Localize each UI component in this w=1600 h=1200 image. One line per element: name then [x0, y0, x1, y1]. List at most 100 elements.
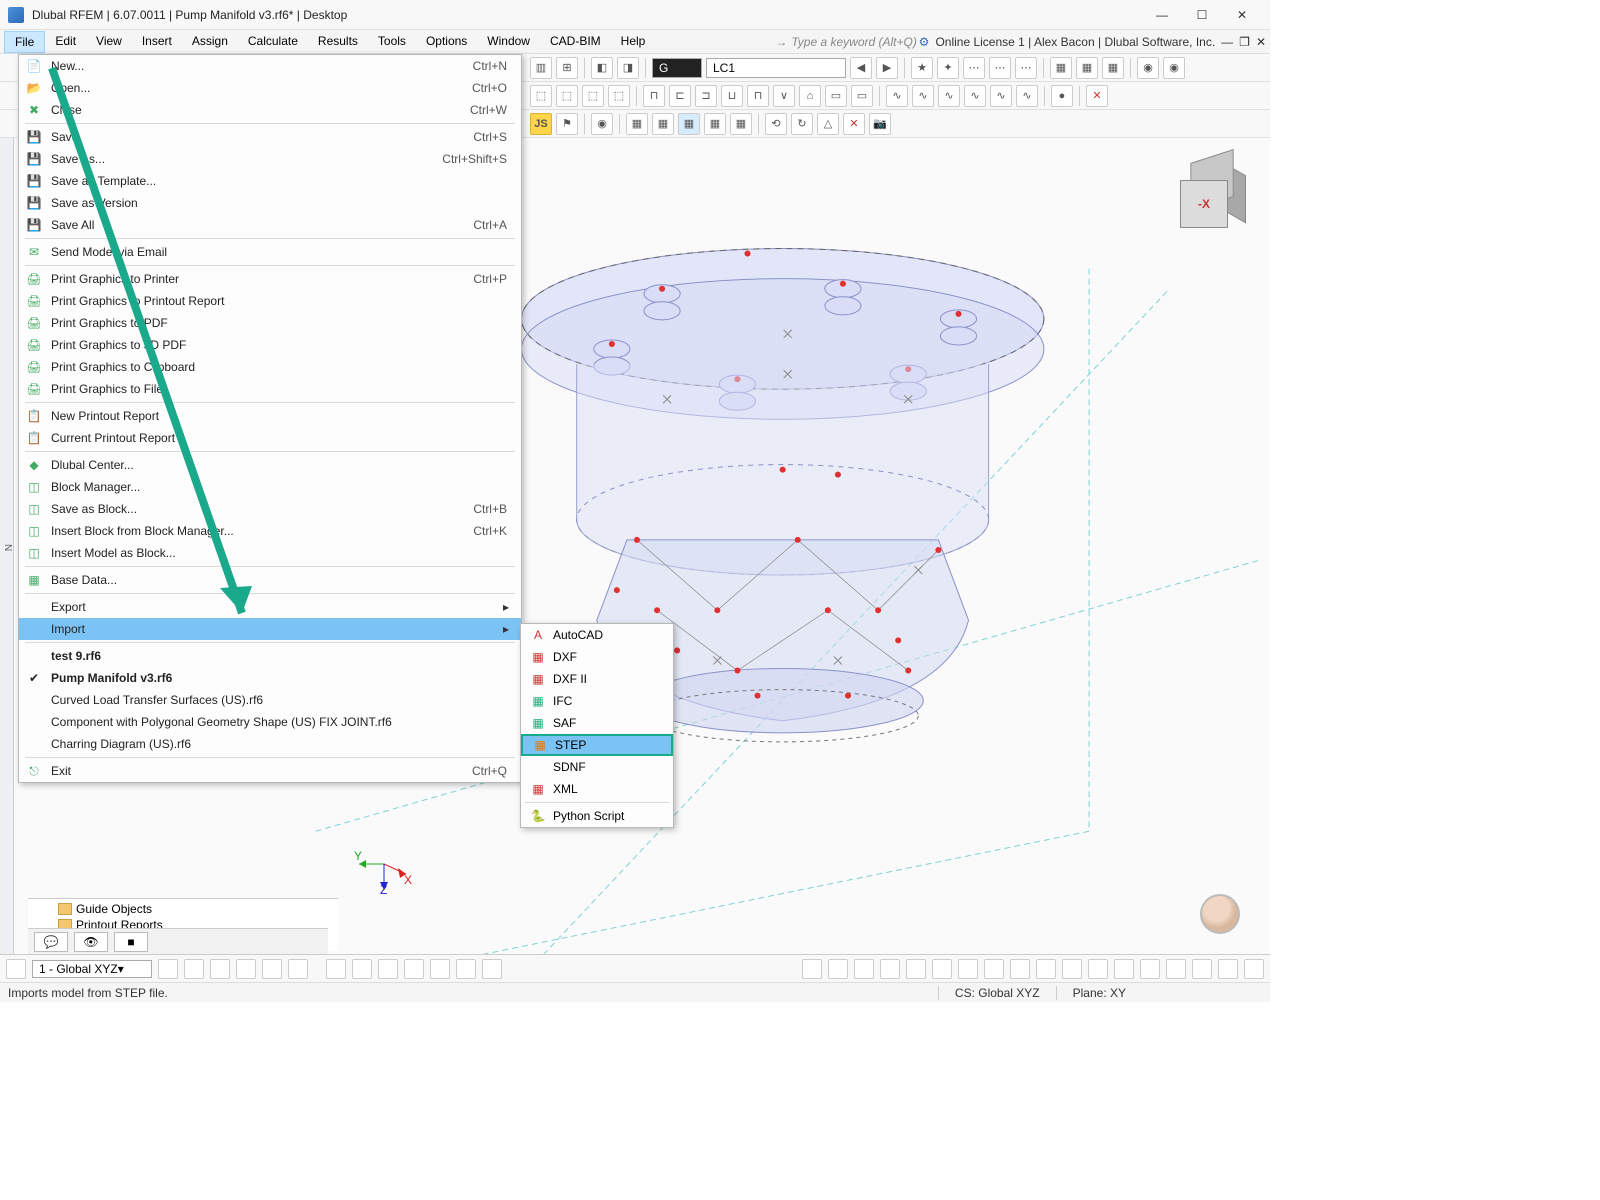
- tool-icon[interactable]: ▭: [851, 85, 873, 107]
- import-item-dxf[interactable]: ▦DXF: [521, 646, 673, 668]
- status-icon[interactable]: [1244, 959, 1264, 979]
- nav-cube[interactable]: -X: [1180, 156, 1250, 226]
- tool-icon[interactable]: ●: [1051, 85, 1073, 107]
- menu-calculate[interactable]: Calculate: [238, 31, 308, 53]
- tool-icon[interactable]: ∿: [964, 85, 986, 107]
- delete-icon[interactable]: ✕: [843, 113, 865, 135]
- file-menu-item[interactable]: Charring Diagram (US).rf6: [19, 733, 521, 755]
- tool-icon[interactable]: ⊓: [643, 85, 665, 107]
- js-icon[interactable]: JS: [530, 113, 552, 135]
- keyword-search[interactable]: → Type a keyword (Alt+Q): [775, 35, 916, 49]
- view-tab-eye[interactable]: 👁: [74, 932, 108, 952]
- file-menu-item[interactable]: 💾SaveCtrl+S: [19, 126, 521, 148]
- tool-icon[interactable]: ∿: [1016, 85, 1038, 107]
- menu-insert[interactable]: Insert: [132, 31, 182, 53]
- tool-icon[interactable]: ◉: [1163, 57, 1185, 79]
- next-button[interactable]: ▶: [876, 57, 898, 79]
- maximize-button[interactable]: ☐: [1182, 1, 1222, 29]
- tool-icon[interactable]: ▦: [704, 113, 726, 135]
- mdi-close[interactable]: ✕: [1256, 35, 1266, 49]
- mdi-restore[interactable]: ❐: [1239, 35, 1250, 49]
- tool-icon[interactable]: ▦: [652, 113, 674, 135]
- status-icon[interactable]: [984, 959, 1004, 979]
- view-tab-video[interactable]: ■: [114, 932, 148, 952]
- status-icon[interactable]: [352, 959, 372, 979]
- tool-icon[interactable]: ⚑: [556, 113, 578, 135]
- tool-icon[interactable]: ⊐: [695, 85, 717, 107]
- status-icon[interactable]: [326, 959, 346, 979]
- tool-icon[interactable]: ∿: [938, 85, 960, 107]
- tool-icon[interactable]: ◨: [617, 57, 639, 79]
- status-icon[interactable]: [1088, 959, 1108, 979]
- import-item-python-script[interactable]: 🐍Python Script: [521, 805, 673, 827]
- menu-options[interactable]: Options: [416, 31, 477, 53]
- file-menu-item[interactable]: ✖CloseCtrl+W: [19, 99, 521, 121]
- tool-icon[interactable]: ⬚: [608, 85, 630, 107]
- status-icon[interactable]: [1062, 959, 1082, 979]
- tool-icon[interactable]: ⌂: [799, 85, 821, 107]
- close-button[interactable]: ✕: [1222, 1, 1262, 29]
- file-menu-item[interactable]: ✔Pump Manifold v3.rf6: [19, 667, 521, 689]
- status-icon[interactable]: [802, 959, 822, 979]
- file-menu-item[interactable]: 💾Save AllCtrl+A: [19, 214, 521, 236]
- menu-help[interactable]: Help: [611, 31, 656, 53]
- cs-combo[interactable]: 1 - Global XYZ ▾: [32, 960, 152, 978]
- status-icon[interactable]: [1114, 959, 1134, 979]
- import-item-sdnf[interactable]: SDNF: [521, 756, 673, 778]
- file-menu-item[interactable]: Import▸: [19, 618, 521, 640]
- status-icon[interactable]: [854, 959, 874, 979]
- menu-view[interactable]: View: [86, 31, 132, 53]
- tool-icon[interactable]: ↻: [791, 113, 813, 135]
- status-icon[interactable]: [378, 959, 398, 979]
- file-menu-item[interactable]: 🖨Print Graphics to Clipboard: [19, 356, 521, 378]
- tool-icon[interactable]: ⬚: [582, 85, 604, 107]
- tool-icon[interactable]: ∨: [773, 85, 795, 107]
- tool-icon[interactable]: ⊓: [747, 85, 769, 107]
- file-menu-item[interactable]: 💾Save As...Ctrl+Shift+S: [19, 148, 521, 170]
- status-icon[interactable]: [6, 959, 26, 979]
- file-menu-item[interactable]: ◫Save as Block...Ctrl+B: [19, 498, 521, 520]
- menu-cad-bim[interactable]: CAD-BIM: [540, 31, 611, 53]
- status-icon[interactable]: [1140, 959, 1160, 979]
- status-icon[interactable]: [880, 959, 900, 979]
- file-menu-item[interactable]: Export▸: [19, 596, 521, 618]
- status-icon[interactable]: [236, 959, 256, 979]
- menu-results[interactable]: Results: [308, 31, 368, 53]
- file-menu-item[interactable]: 🖨Print Graphics to Printout Report: [19, 290, 521, 312]
- tool-icon[interactable]: ⬚: [556, 85, 578, 107]
- file-menu-item[interactable]: ◫Insert Model as Block...: [19, 542, 521, 564]
- navigator-tab[interactable]: N: [0, 138, 14, 954]
- tool-icon[interactable]: ◉: [591, 113, 613, 135]
- status-icon[interactable]: [1218, 959, 1238, 979]
- tool-icon[interactable]: ▦: [678, 113, 700, 135]
- status-icon[interactable]: [262, 959, 282, 979]
- tree-item[interactable]: Guide Objects: [76, 902, 152, 916]
- prev-button[interactable]: ◀: [850, 57, 872, 79]
- status-icon[interactable]: [1010, 959, 1030, 979]
- status-icon[interactable]: [430, 959, 450, 979]
- status-icon[interactable]: [1166, 959, 1186, 979]
- tool-icon[interactable]: ◉: [1137, 57, 1159, 79]
- tool-icon[interactable]: ⊞: [556, 57, 578, 79]
- status-icon[interactable]: [906, 959, 926, 979]
- tool-icon[interactable]: ◧: [591, 57, 613, 79]
- tool-icon[interactable]: ⊏: [669, 85, 691, 107]
- status-icon[interactable]: [184, 959, 204, 979]
- tool-icon[interactable]: ▦: [1076, 57, 1098, 79]
- view-tab-chat[interactable]: 💬: [34, 932, 68, 952]
- file-menu-item[interactable]: 🖨Print Graphics to PDF: [19, 312, 521, 334]
- file-menu-item[interactable]: 📋Current Printout Report: [19, 427, 521, 449]
- import-item-ifc[interactable]: ▦IFC: [521, 690, 673, 712]
- menu-tools[interactable]: Tools: [368, 31, 416, 53]
- import-item-dxf-ii[interactable]: ▦DXF II: [521, 668, 673, 690]
- file-menu-item[interactable]: 🖨Print Graphics to 3D PDF: [19, 334, 521, 356]
- file-menu-item[interactable]: ✉Send Model via Email: [19, 241, 521, 263]
- file-menu-item[interactable]: test 9.rf6: [19, 645, 521, 667]
- file-menu-item[interactable]: ▦Base Data...: [19, 569, 521, 591]
- status-icon[interactable]: [1192, 959, 1212, 979]
- file-menu-item[interactable]: ⎋ExitCtrl+Q: [19, 760, 521, 782]
- file-menu-item[interactable]: 💾Save as Template...: [19, 170, 521, 192]
- minimize-button[interactable]: —: [1142, 1, 1182, 29]
- load-case-combo[interactable]: LC1: [706, 58, 846, 78]
- settings-icon[interactable]: ⚙: [919, 35, 930, 49]
